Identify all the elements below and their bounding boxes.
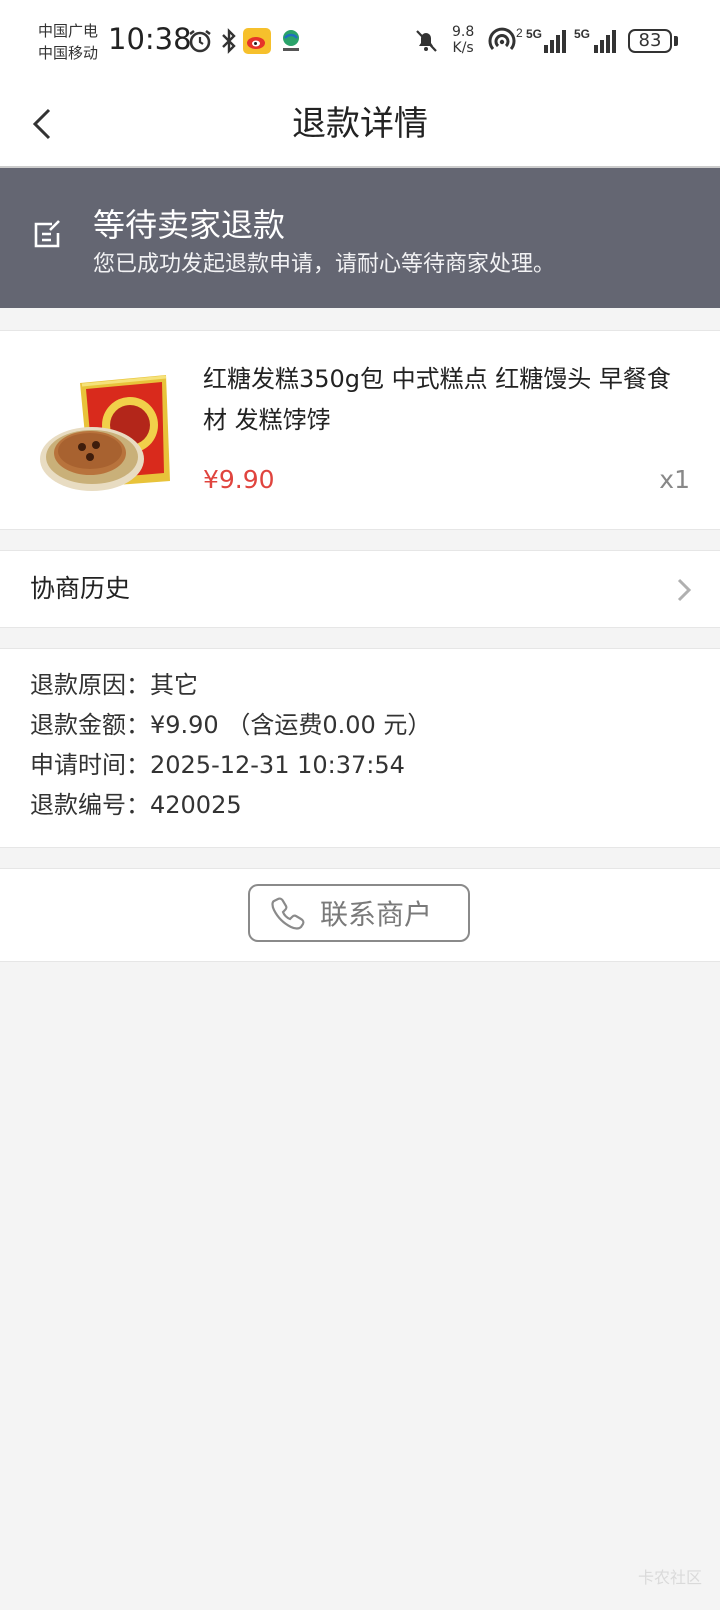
carrier-1: 中国广电	[38, 22, 99, 40]
refund-reason: 退款原因：其它	[30, 671, 198, 699]
watermark: 卡农社区	[637, 1568, 702, 1587]
carrier-names: 中国广电 中国移动	[38, 20, 98, 64]
page-title: 退款详情	[292, 104, 428, 144]
battery-icon: 83	[628, 29, 672, 53]
refund-status-title: 等待卖家退款	[93, 206, 286, 244]
contact-merchant-label: 联系商户	[320, 898, 433, 931]
product-image	[40, 375, 170, 491]
refund-apply-time: 申请时间：2025-12-31 10:37:54	[30, 751, 405, 779]
edit-note-icon	[34, 220, 60, 248]
weibo-icon	[243, 26, 271, 56]
refund-status-subtitle: 您已成功发起退款申请，请耐心等待商家处理。	[93, 252, 556, 277]
negotiation-history-row[interactable]: 协商历史	[0, 550, 720, 628]
product-card[interactable]: 红糖发糕350g包 中式糕点 红糖馒头 早餐食材 发糕饽饽 ¥9.90 x1	[0, 330, 720, 530]
net-speed: 9.8 K/s	[452, 24, 474, 56]
contact-bar: 联系商户	[0, 868, 720, 962]
refund-status-banner: 等待卖家退款 您已成功发起退款申请，请耐心等待商家处理。	[0, 168, 720, 308]
svg-text:2: 2	[516, 27, 523, 40]
svg-text:5G: 5G	[574, 27, 590, 41]
signal-icon-2: 5G	[574, 26, 620, 56]
phone-icon	[271, 897, 305, 930]
refund-info-card: 退款原因：其它 退款金额：¥9.90 （含运费0.00 元） 申请时间：2025…	[0, 648, 720, 848]
contact-merchant-button[interactable]: 联系商户	[248, 884, 470, 942]
product-quantity: x1	[659, 465, 690, 494]
net-speed-unit: K/s	[452, 40, 474, 56]
product-price: ¥9.90	[203, 465, 275, 494]
battery-tip	[674, 36, 678, 46]
nav-bar: 退款详情	[0, 82, 720, 168]
svg-text:5G: 5G	[526, 27, 542, 41]
status-time: 10:38	[108, 22, 192, 56]
refund-number: 退款编号：420025	[30, 791, 242, 819]
chevron-right-icon	[677, 578, 692, 602]
app-logo-icon	[278, 26, 304, 56]
hotspot-icon: 2	[488, 26, 524, 56]
carrier-2: 中国移动	[38, 44, 99, 62]
alarm-icon	[186, 26, 214, 56]
negotiation-history-label: 协商历史	[30, 574, 131, 603]
bluetooth-icon	[218, 26, 240, 56]
refund-amount: 退款金额：¥9.90 （含运费0.00 元）	[30, 711, 432, 739]
mute-bell-icon	[412, 26, 440, 56]
product-name: 红糖发糕350g包 中式糕点 红糖馒头 早餐食材 发糕饽饽	[203, 365, 671, 434]
signal-icon: 5G	[526, 26, 568, 56]
status-bar: 中国广电 中国移动 10:38 9.8 K/s 2 5G 5G 83	[0, 0, 720, 82]
net-speed-value: 9.8	[452, 24, 475, 40]
